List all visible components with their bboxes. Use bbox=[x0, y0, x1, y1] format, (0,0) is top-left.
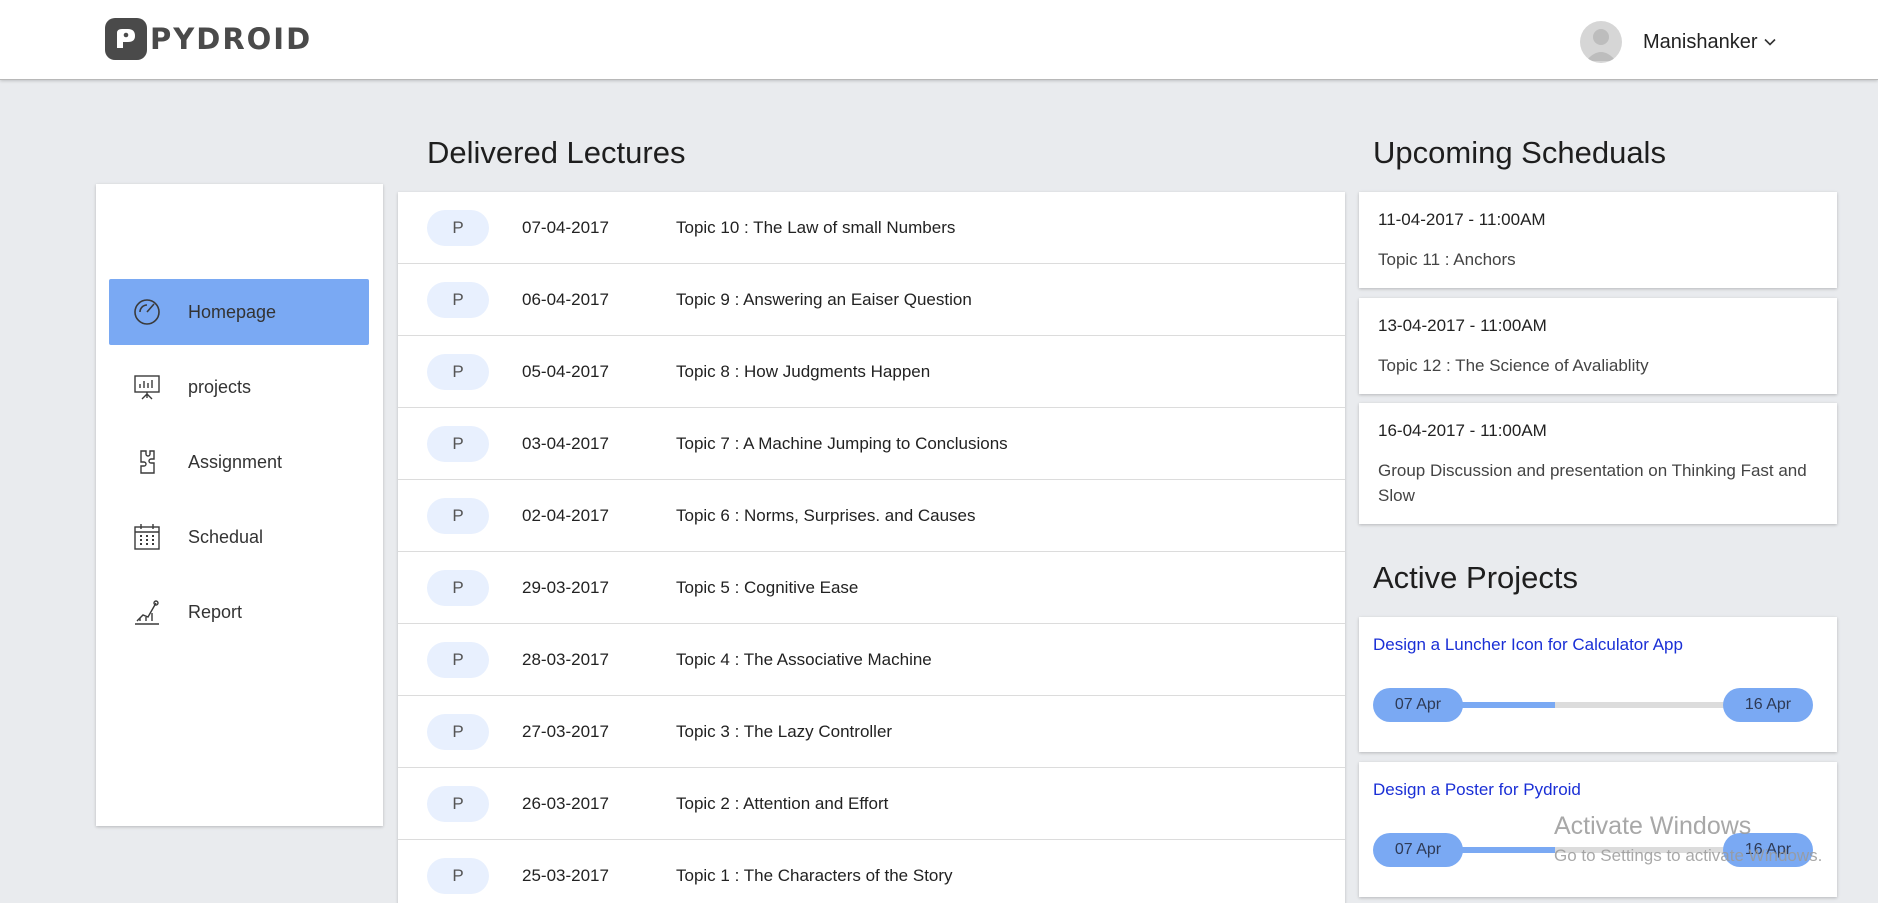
status-badge: P bbox=[427, 281, 489, 318]
project-end-date: 16 Apr bbox=[1723, 688, 1813, 722]
status-badge: P bbox=[427, 209, 489, 246]
project-progress-bar bbox=[1439, 847, 1729, 853]
lecture-date: 27-03-2017 bbox=[522, 721, 609, 741]
sidebar-item-report[interactable]: Report bbox=[109, 579, 369, 645]
status-badge: P bbox=[427, 569, 489, 606]
status-badge: P bbox=[427, 353, 489, 390]
sidebar-item-assignment[interactable]: Assignment bbox=[109, 429, 369, 495]
sidebar-item-label: projects bbox=[188, 376, 252, 397]
lecture-date: 05-04-2017 bbox=[522, 361, 609, 381]
sidebar-item-homepage[interactable]: Homepage bbox=[109, 279, 369, 345]
status-badge: P bbox=[427, 425, 489, 462]
list-item[interactable]: P 02-04-2017 Topic 6 : Norms, Surprises.… bbox=[398, 480, 1345, 552]
top-header: PYDROID Manishanker bbox=[0, 0, 1878, 80]
lectures-list: P 07-04-2017 Topic 10 : The Law of small… bbox=[398, 192, 1345, 903]
sidebar-item-label: Homepage bbox=[188, 301, 277, 322]
lecture-topic: Topic 4 : The Associative Machine bbox=[676, 649, 932, 669]
lecture-date: 25-03-2017 bbox=[522, 865, 609, 885]
schedule-topic: Group Discussion and presentation on Thi… bbox=[1378, 461, 1807, 505]
project-progress-bar bbox=[1439, 702, 1729, 708]
presentation-chart-icon bbox=[131, 371, 163, 403]
list-item[interactable]: P 03-04-2017 Topic 7 : A Machine Jumping… bbox=[398, 408, 1345, 480]
puzzle-piece-icon bbox=[131, 446, 163, 478]
status-badge: P bbox=[427, 641, 489, 678]
lecture-date: 02-04-2017 bbox=[522, 505, 609, 525]
lecture-topic: Topic 6 : Norms, Surprises. and Causes bbox=[676, 505, 976, 525]
user-name[interactable]: Manishanker bbox=[1643, 31, 1758, 54]
lecture-topic: Topic 2 : Attention and Effort bbox=[676, 793, 889, 813]
schedule-card[interactable]: 16-04-2017 - 11:00AM Group Discussion an… bbox=[1359, 403, 1837, 524]
lectures-title: Delivered Lectures bbox=[427, 135, 686, 170]
status-badge: P bbox=[427, 497, 489, 534]
lecture-topic: Topic 9 : Answering an Eaiser Question bbox=[676, 289, 972, 309]
user-menu[interactable]: Manishanker bbox=[1580, 21, 1776, 63]
schedule-topic: Topic 12 : The Science of Avaliablity bbox=[1378, 356, 1649, 375]
schedule-datetime: 13-04-2017 - 11:00AM bbox=[1378, 316, 1547, 335]
list-item[interactable]: P 27-03-2017 Topic 3 : The Lazy Controll… bbox=[398, 696, 1345, 768]
list-item[interactable]: P 07-04-2017 Topic 10 : The Law of small… bbox=[398, 192, 1345, 264]
sidebar-nav: Homepage projects Assignment Schedual Re… bbox=[96, 184, 383, 826]
status-badge: P bbox=[427, 785, 489, 822]
list-item[interactable]: P 06-04-2017 Topic 9 : Answering an Eais… bbox=[398, 264, 1345, 336]
status-badge: P bbox=[427, 713, 489, 750]
list-item[interactable]: P 26-03-2017 Topic 2 : Attention and Eff… bbox=[398, 768, 1345, 840]
avatar[interactable] bbox=[1580, 21, 1622, 63]
project-card: Design a Luncher Icon for Calculator App… bbox=[1359, 617, 1837, 752]
project-title-link[interactable]: Design a Poster for Pydroid bbox=[1373, 780, 1581, 800]
pydroid-logo[interactable]: PYDROID bbox=[105, 18, 312, 60]
sidebar-item-schedual[interactable]: Schedual bbox=[109, 504, 369, 570]
schedule-datetime: 11-04-2017 - 11:00AM bbox=[1378, 210, 1546, 229]
sidebar-item-label: Schedual bbox=[188, 526, 264, 547]
project-title-link[interactable]: Design a Luncher Icon for Calculator App bbox=[1373, 635, 1683, 655]
lecture-date: 26-03-2017 bbox=[522, 793, 609, 813]
list-item[interactable]: P 28-03-2017 Topic 4 : The Associative M… bbox=[398, 624, 1345, 696]
schedule-card[interactable]: 11-04-2017 - 11:00AM Topic 11 : Anchors bbox=[1359, 192, 1837, 288]
lecture-date: 07-04-2017 bbox=[522, 217, 609, 237]
sidebar-item-projects[interactable]: projects bbox=[109, 354, 369, 420]
lecture-topic: Topic 5 : Cognitive Ease bbox=[676, 577, 859, 597]
lecture-topic: Topic 10 : The Law of small Numbers bbox=[676, 217, 956, 237]
lecture-topic: Topic 3 : The Lazy Controller bbox=[676, 721, 893, 741]
sidebar-item-label: Report bbox=[188, 601, 243, 622]
status-badge: P bbox=[427, 857, 489, 894]
project-start-date: 07 Apr bbox=[1373, 833, 1463, 867]
sidebar-item-label: Assignment bbox=[188, 451, 283, 472]
lecture-date: 29-03-2017 bbox=[522, 577, 609, 597]
schedule-topic: Topic 11 : Anchors bbox=[1378, 250, 1516, 269]
logo-text: PYDROID bbox=[150, 22, 313, 56]
lecture-date: 06-04-2017 bbox=[522, 289, 609, 309]
growth-chart-icon bbox=[131, 596, 163, 628]
lecture-topic: Topic 1 : The Characters of the Story bbox=[676, 865, 953, 885]
logo-mark-icon bbox=[105, 18, 147, 60]
calendar-icon bbox=[131, 521, 163, 553]
schedule-datetime: 16-04-2017 - 11:00AM bbox=[1378, 421, 1547, 440]
project-start-date: 07 Apr bbox=[1373, 688, 1463, 722]
lecture-date: 28-03-2017 bbox=[522, 649, 609, 669]
schedules-title: Upcoming Scheduals bbox=[1373, 135, 1666, 170]
schedule-card[interactable]: 13-04-2017 - 11:00AM Topic 12 : The Scie… bbox=[1359, 298, 1837, 394]
lecture-date: 03-04-2017 bbox=[522, 433, 609, 453]
list-item[interactable]: P 05-04-2017 Topic 8 : How Judgments Hap… bbox=[398, 336, 1345, 408]
projects-title: Active Projects bbox=[1373, 560, 1579, 595]
lecture-topic: Topic 7 : A Machine Jumping to Conclusio… bbox=[676, 433, 1008, 453]
list-item[interactable]: P 25-03-2017 Topic 1 : The Characters of… bbox=[398, 840, 1345, 903]
project-end-date: 16 Apr bbox=[1723, 833, 1813, 867]
lecture-topic: Topic 8 : How Judgments Happen bbox=[676, 361, 931, 381]
chevron-down-icon[interactable] bbox=[1763, 33, 1776, 51]
project-card: Design a Poster for Pydroid 07 Apr 16 Ap… bbox=[1359, 762, 1837, 897]
dashboard-gauge-icon bbox=[131, 296, 163, 328]
list-item[interactable]: P 29-03-2017 Topic 5 : Cognitive Ease bbox=[398, 552, 1345, 624]
